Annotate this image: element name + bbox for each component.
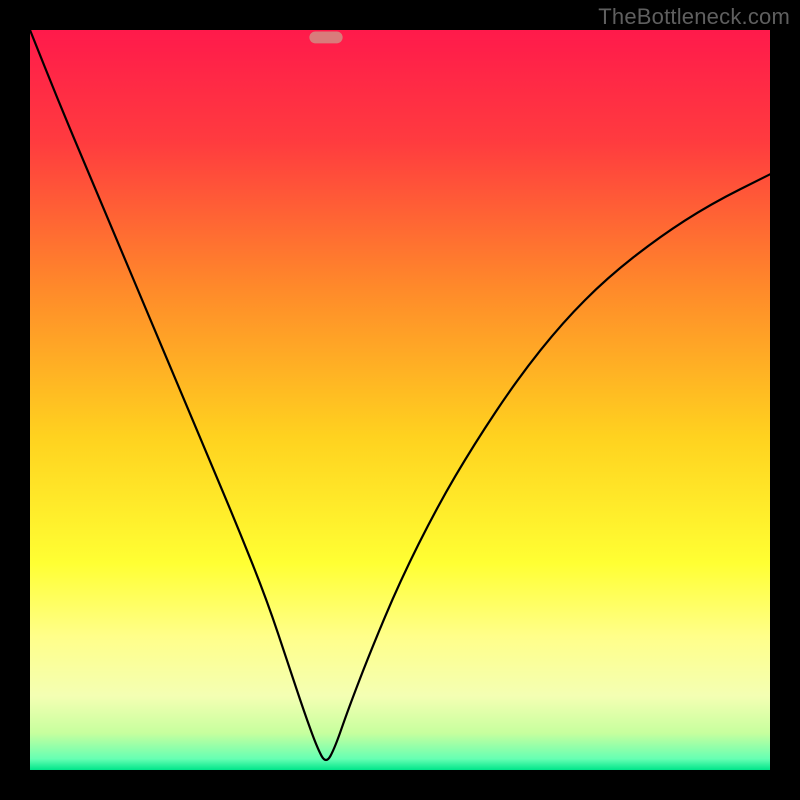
minimum-marker [309, 31, 342, 43]
watermark-text: TheBottleneck.com [598, 4, 790, 30]
chart-svg [0, 0, 800, 800]
chart-frame: TheBottleneck.com [0, 0, 800, 800]
plot-background [30, 30, 770, 770]
